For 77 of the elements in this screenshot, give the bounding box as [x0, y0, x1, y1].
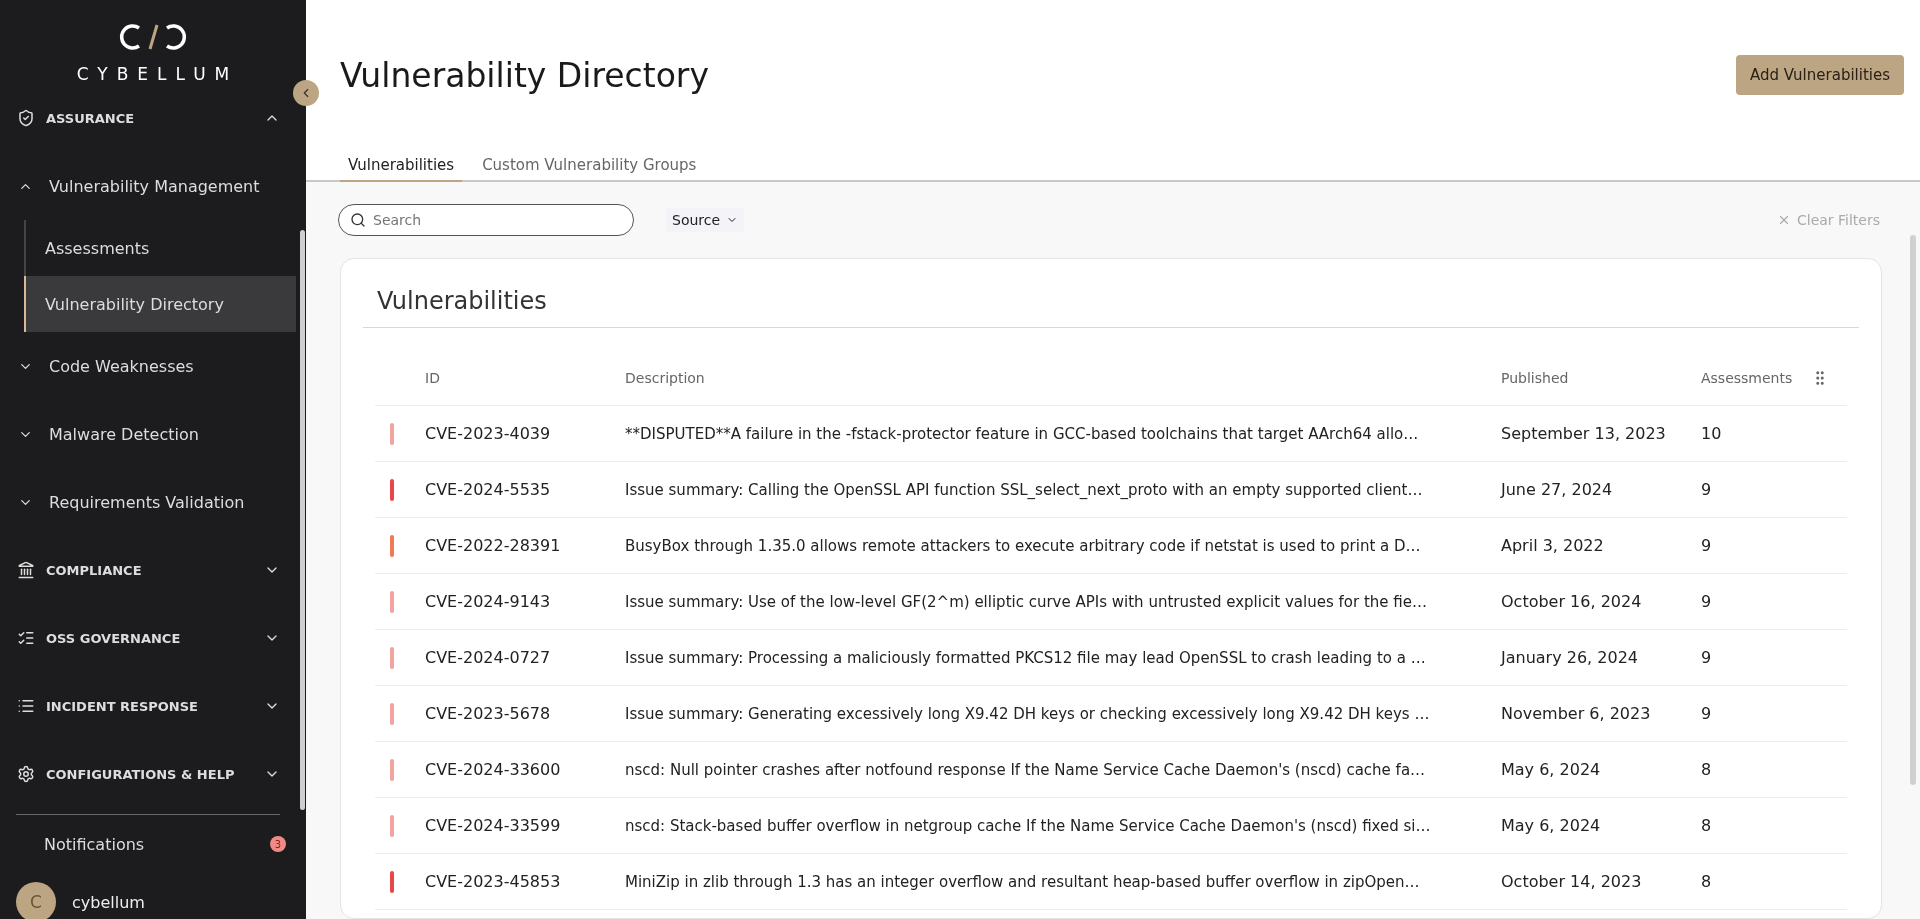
tab[interactable]: Custom Vulnerability Groups — [474, 150, 705, 182]
table-cell-text: CVE-2024-33600 — [425, 760, 562, 779]
user-avatar: C — [16, 882, 56, 919]
table-cell-text: May 6, 2024 — [1501, 816, 1602, 835]
table-cell-text: Issue summary: Calling the OpenSSL API function SSL_select_next_proto with an empty supported client… — [625, 480, 1424, 499]
add-vulnerabilities-button[interactable]: Add Vulnerabilities — [1736, 55, 1904, 95]
scrollbar-thumb[interactable] — [300, 230, 305, 810]
nav-item[interactable]: Vulnerability Directory — [24, 276, 296, 332]
table-cell-text: 10 — [1701, 424, 1723, 443]
section-label: OSS GOVERNANCE — [46, 630, 182, 646]
table-cell-text: 9 — [1701, 536, 1713, 555]
table-cell-text: CVE-2022-28391 — [425, 536, 562, 555]
table-cell-text: CVE-2024-0727 — [425, 648, 552, 667]
table-cell-text: CVE-2023-4039 — [425, 424, 552, 443]
settings-icon — [17, 765, 35, 783]
user-menu[interactable]: C cybellum — [0, 873, 296, 919]
column-header[interactable]: Assessments — [1701, 369, 1811, 386]
table-cell-text: 9 — [1701, 592, 1713, 611]
collapse-button[interactable] — [293, 80, 319, 106]
search-field[interactable]: Search — [338, 204, 634, 236]
table-cell-text: nscd: Null pointer crashes after notfound response If the Name Service Cache Daemon's (nscd) cache fa… — [625, 760, 1427, 779]
brand-name: CYBELLUM — [76, 64, 239, 84]
table-cell-text: October 14, 2023 — [1501, 872, 1643, 891]
table-cell-text: May 6, 2024 — [1501, 760, 1602, 779]
page-title: Vulnerability Directory — [340, 55, 709, 95]
table-cell-text: October 16, 2024 — [1501, 592, 1643, 611]
nav-group[interactable]: Code Weaknesses — [0, 332, 296, 400]
nav-group[interactable]: Vulnerability Management — [0, 152, 296, 220]
table-cell-text: September 13, 2023 — [1501, 424, 1667, 443]
column-header[interactable]: Description — [625, 369, 1501, 386]
table-cell-text: April 3, 2022 — [1501, 536, 1605, 555]
nav-section[interactable]: CONFIGURATIONS & HELP — [0, 740, 296, 808]
notifications-item[interactable]: Notifications 3 — [0, 815, 296, 873]
card-title: Vulnerabilities — [363, 287, 1859, 328]
nav-group[interactable]: Malware Detection — [0, 400, 296, 468]
scrollbar-thumb[interactable] — [1910, 235, 1916, 785]
table-cell-text: 8 — [1701, 872, 1713, 891]
list-icon — [17, 697, 35, 715]
nav-section[interactable]: COMPLIANCE — [0, 536, 296, 604]
table-cell-text: Issue summary: Use of the low-level GF(2^m) elliptic curve APIs with untrusted explicit values for the fie… — [625, 592, 1428, 611]
table-cell-text: CVE-2024-33599 — [425, 816, 562, 835]
table-cell-text: 8 — [1701, 760, 1713, 779]
table-cell-text: BusyBox through 1.35.0 allows remote attackers to execute arbitrary code if netstat is used to print a D… — [625, 536, 1422, 555]
column-header[interactable]: ID — [425, 369, 625, 386]
table-cell-text: **DISPUTED**A failure in the -fstack-protector feature in GCC-based toolchains that target AArch64 allo… — [625, 424, 1420, 443]
section-label: ASSURANCE — [46, 110, 136, 126]
table-cell-text: 9 — [1701, 480, 1713, 499]
table-cell-text: June 27, 2024 — [1501, 480, 1614, 499]
nav-group[interactable]: Requirements Validation — [0, 468, 296, 536]
table-cell-text: Issue summary: Processing a maliciously formatted PKCS12 file may lead OpenSSL to crash leading to a … — [625, 648, 1427, 667]
table-cell-text: 9 — [1701, 704, 1713, 723]
table-cell-text: nscd: Stack-based buffer overflow in netgroup cache If the Name Service Cache Daemon's (nscd) fixed si… — [625, 816, 1432, 835]
notification-count: 3 — [270, 836, 286, 852]
checklist-icon — [17, 629, 35, 647]
nav-section[interactable]: ASSURANCE — [0, 84, 296, 152]
search-icon — [350, 212, 366, 228]
section-label: CONFIGURATIONS & HELP — [46, 766, 236, 782]
table-cell-text: MiniZip in zlib through 1.3 has an integer overflow and resultant heap-based buffer overflow in zipOpen… — [625, 872, 1421, 891]
table-cell-text: January 26, 2024 — [1501, 648, 1639, 667]
table-cell-text: Issue summary: Generating excessively long X9.42 DH keys or checking excessively long X9.42 DH keys … — [625, 704, 1431, 723]
section-label: COMPLIANCE — [46, 562, 143, 578]
logo-icon — [117, 22, 189, 52]
column-header[interactable]: Published — [1501, 369, 1701, 386]
nav-section[interactable]: OSS GOVERNANCE — [0, 604, 296, 672]
table-cell-text: CVE-2023-5678 — [425, 704, 552, 723]
table-cell-text: November 6, 2023 — [1501, 704, 1652, 723]
bank-icon — [17, 561, 35, 579]
table-cell-text: CVE-2024-9143 — [425, 592, 552, 611]
table-cell-text: CVE-2023-45853 — [425, 872, 562, 891]
source-dropdown[interactable]: Source — [666, 208, 745, 232]
section-label: INCIDENT RESPONSE — [46, 698, 199, 714]
tab[interactable]: Vulnerabilities — [340, 150, 463, 182]
table-cell-text: 9 — [1701, 648, 1713, 667]
table-cell-text: CVE-2024-5535 — [425, 480, 552, 499]
shield-icon — [17, 109, 35, 127]
nav-section[interactable]: INCIDENT RESPONSE — [0, 672, 296, 740]
table-cell-text: 8 — [1701, 816, 1713, 835]
